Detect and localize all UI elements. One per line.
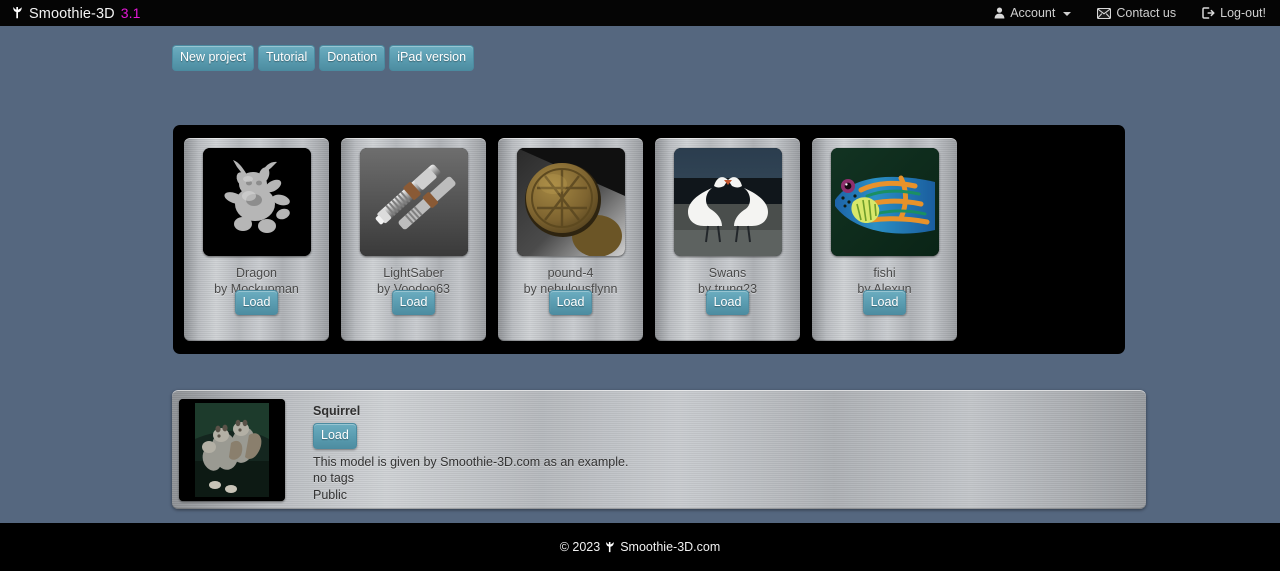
load-button[interactable]: Load (548, 289, 593, 315)
my-model-visibility: Public (313, 487, 348, 502)
model-card[interactable]: LightSaber by Voodoo63 Load (341, 138, 486, 341)
donation-button[interactable]: Donation (319, 45, 386, 71)
squirrel-thumbnail (179, 399, 285, 501)
model-title: pound-4 (547, 266, 594, 280)
brand-version: 3.1 (120, 4, 141, 21)
nav-account-label: Account (1010, 6, 1056, 20)
lightsaber-thumbnail (359, 148, 468, 256)
top-navbar: Smoothie-3D 3.1 Account Contact us Log-o… (0, 0, 1280, 26)
swans-thumbnail (673, 148, 782, 256)
my-model-tags: no tags (313, 471, 355, 485)
nav-logout[interactable]: Log-out! (1202, 6, 1266, 20)
coin-thumbnail (516, 148, 625, 256)
fish-thumbnail (830, 148, 939, 256)
ipad-version-button[interactable]: iPad version (389, 45, 475, 71)
load-button[interactable]: Load (391, 289, 436, 315)
footer: © 2023 Smoothie-3D.com (0, 523, 1280, 571)
my-model-info: Squirrel Load This model is given by Smo… (285, 399, 628, 503)
load-button[interactable]: Load (234, 289, 279, 315)
my-model-row[interactable]: Squirrel Load This model is given by Smo… (172, 390, 1146, 509)
my-model-description: This model is given by Smoothie-3D.com a… (313, 454, 629, 469)
new-project-button[interactable]: New project (172, 45, 254, 71)
by-prefix: by (523, 282, 541, 296)
load-button[interactable]: Load (862, 289, 907, 315)
leaf-logo-icon (605, 541, 615, 556)
nav-contact-us[interactable]: Contact us (1097, 6, 1176, 20)
model-title: LightSaber (383, 266, 444, 280)
by-prefix: by (214, 282, 231, 296)
toolbar: New project Tutorial Donation iPad versi… (172, 45, 475, 71)
model-card[interactable]: pound-4 by nebulousflynn Load (498, 138, 643, 341)
nav-account[interactable]: Account (994, 6, 1072, 20)
nav-logout-label: Log-out! (1220, 6, 1266, 20)
model-title: fishi (873, 266, 896, 280)
mail-icon (1097, 7, 1112, 19)
my-model-name: Squirrel (313, 404, 361, 418)
leaf-logo-icon (12, 6, 23, 23)
footer-site: Smoothie-3D.com (620, 540, 721, 554)
logout-icon (1202, 7, 1215, 19)
load-button[interactable]: Load (313, 423, 357, 449)
model-card[interactable]: fishi by Alexun Load (812, 138, 957, 341)
chevron-down-icon (1063, 12, 1072, 16)
featured-models-panel: Dragon by Mockupman Load (173, 125, 1125, 354)
footer-content: © 2023 Smoothie-3D.com (560, 540, 721, 555)
nav-contact-us-label: Contact us (1116, 6, 1177, 20)
navbar-links: Account Contact us Log-out! (994, 6, 1266, 20)
dragon-thumbnail (202, 148, 311, 256)
model-title: Swans (708, 266, 747, 280)
tutorial-button[interactable]: Tutorial (258, 45, 316, 71)
model-title: Dragon (236, 266, 277, 280)
model-card[interactable]: Swans by trung23 Load (655, 138, 800, 341)
brand-name: Smoothie-3D (29, 5, 115, 22)
brand[interactable]: Smoothie-3D 3.1 (12, 5, 141, 22)
footer-copyright: © 2023 (559, 540, 601, 554)
load-button[interactable]: Load (705, 289, 750, 315)
model-card[interactable]: Dragon by Mockupman Load (184, 138, 329, 341)
user-icon (994, 7, 1005, 19)
page-body: New project Tutorial Donation iPad versi… (0, 26, 1280, 523)
